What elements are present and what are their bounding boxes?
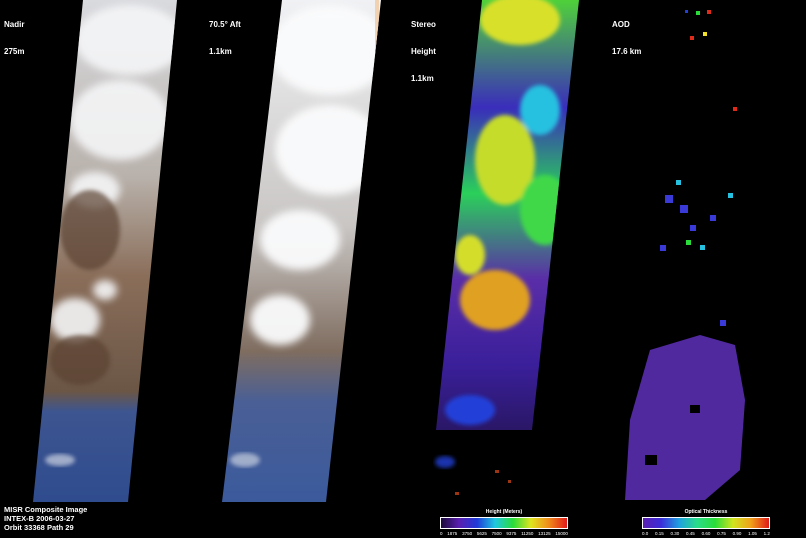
aod-map bbox=[625, 10, 745, 500]
colorbar-title: Optical Thickness bbox=[684, 509, 728, 515]
colorbar-gradient bbox=[642, 517, 770, 529]
panel-title: 70.5° Aft bbox=[209, 20, 241, 29]
stereo-height-strip bbox=[435, 0, 579, 495]
colorbar-tick-label: 0 bbox=[440, 531, 443, 536]
colorbar-tick-label: 0.60 bbox=[701, 531, 711, 536]
colorbar-tick-label: 0.0 bbox=[642, 531, 649, 536]
colorbar-tick-label: 1875 bbox=[447, 531, 458, 536]
colorbar-tick-label: 11250 bbox=[521, 531, 534, 536]
caption-line-2: INTEX-B 2006-03-27 bbox=[4, 514, 75, 523]
panel-label-nadir: Nadir 275m bbox=[4, 2, 24, 65]
aod-colorbar: Optical Thickness 0.0 0.15 0.30 0.45 0.60 0.7… bbox=[642, 509, 770, 536]
panel-subtitle: 17.6 km bbox=[612, 47, 642, 56]
panel-title: AOD bbox=[612, 20, 630, 29]
panel-label-aft: 70.5° Aft 1.1km bbox=[209, 2, 241, 65]
colorbar-tick-label: 13125 bbox=[538, 531, 551, 536]
caption-line-3: Orbit 33368 Path 29 bbox=[4, 523, 74, 532]
colorbar-tick-label: 1.05 bbox=[748, 531, 757, 536]
panel-subtitle-2: 1.1km bbox=[411, 74, 434, 83]
colorbar-tick-label: 9375 bbox=[506, 531, 517, 536]
panel-subtitle: 275m bbox=[4, 47, 25, 56]
colorbar-tick-label: 0.15 bbox=[655, 531, 664, 536]
colorbar-tick-label: 15000 bbox=[555, 531, 568, 536]
colorbar-ticks: 0.0 0.15 0.30 0.45 0.60 0.75 0.90 1.05 1.2 bbox=[642, 531, 770, 537]
colorbar-tick-label: 0.75 bbox=[717, 531, 726, 536]
colorbar-tick-label: 0.90 bbox=[732, 531, 742, 536]
colorbar-tick-label: 7500 bbox=[491, 531, 502, 536]
height-colorbar: Height (Meters) 0 1875 3750 5625 7500 9375 112… bbox=[440, 509, 568, 536]
colorbar-gradient bbox=[440, 517, 568, 529]
colorbar-title: Height (Meters) bbox=[485, 509, 523, 515]
imagery-canvas bbox=[33, 0, 745, 502]
colorbar-ticks: 0 1875 3750 5625 7500 9375 11250 13125 15000 bbox=[440, 531, 568, 537]
panel-label-aod: AOD 17.6 km bbox=[612, 2, 641, 65]
image-caption: MISR Composite Image INTEX-B 2006-03-27 … bbox=[4, 505, 87, 532]
colorbar-tick-label: 5625 bbox=[476, 531, 487, 536]
colorbar-tick-label: 3750 bbox=[462, 531, 473, 536]
aft-image-strip bbox=[222, 0, 381, 502]
panel-subtitle: 1.1km bbox=[209, 47, 232, 56]
colorbar-tick-label: 0.45 bbox=[686, 531, 695, 536]
panel-label-stereo: Stereo Height 1.1km bbox=[411, 2, 436, 92]
nadir-image-strip bbox=[33, 0, 177, 502]
panel-title: Nadir bbox=[4, 20, 25, 29]
caption-line-1: MISR Composite Image bbox=[4, 505, 88, 514]
panel-title: Stereo bbox=[411, 20, 436, 29]
colorbar-tick-label: 0.30 bbox=[670, 531, 680, 536]
colorbar-tick-label: 1.2 bbox=[763, 531, 770, 536]
panel-subtitle: Height bbox=[411, 47, 436, 56]
